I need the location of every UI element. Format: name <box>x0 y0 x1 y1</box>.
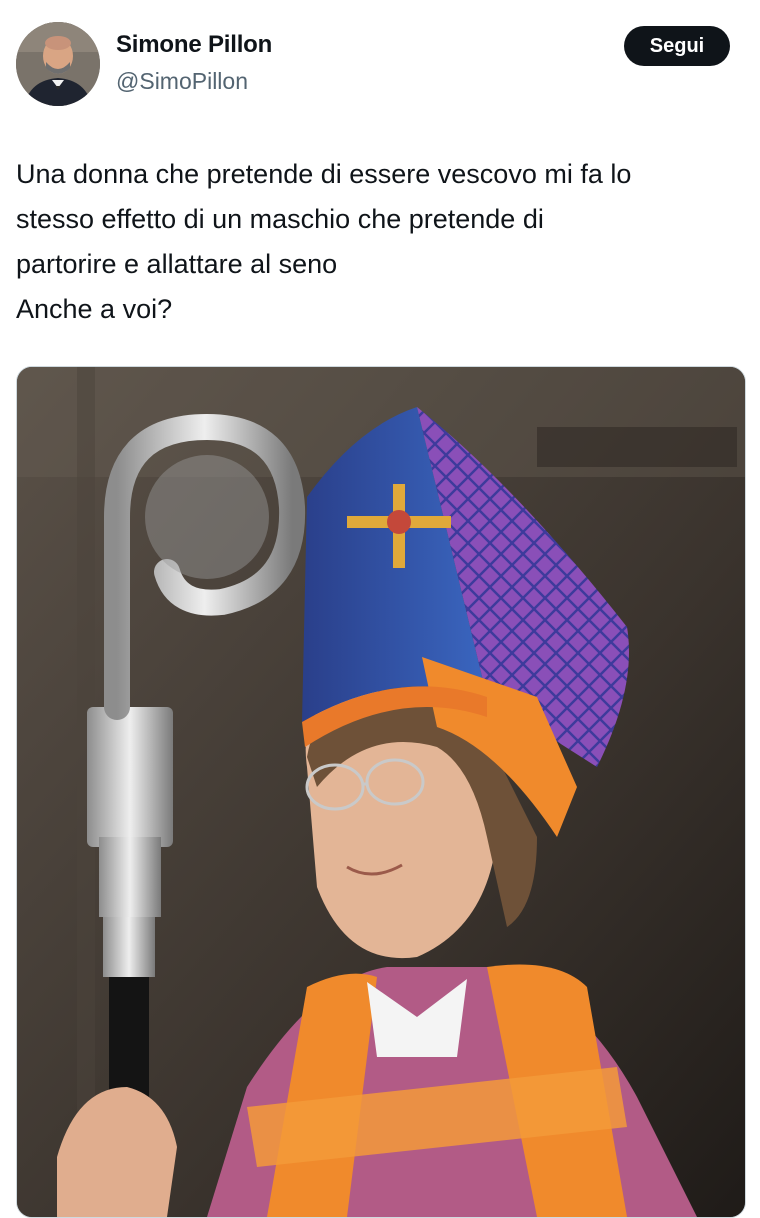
tweet-text-line: partorire e allattare al seno <box>16 249 338 279</box>
bishop-photo-illustration <box>17 367 745 1217</box>
tweet-text-line: Anche a voi? <box>16 294 173 324</box>
tweet-text: Una donna che pretende di essere vescovo… <box>16 152 746 332</box>
author-display-name[interactable]: Simone Pillon <box>116 31 272 59</box>
tweet-text-line: stesso effetto di un maschio che pretend… <box>16 204 544 234</box>
tweet-media-photo[interactable] <box>16 366 746 1218</box>
avatar-photo <box>16 22 100 106</box>
tweet-text-line: Una donna che pretende di essere vescovo… <box>16 159 632 189</box>
author-handle[interactable]: @SimoPillon <box>116 68 248 95</box>
author-avatar[interactable] <box>16 22 100 106</box>
follow-button[interactable]: Segui <box>624 26 730 66</box>
tweet-header: Simone Pillon @SimoPillon Segui <box>0 0 760 120</box>
